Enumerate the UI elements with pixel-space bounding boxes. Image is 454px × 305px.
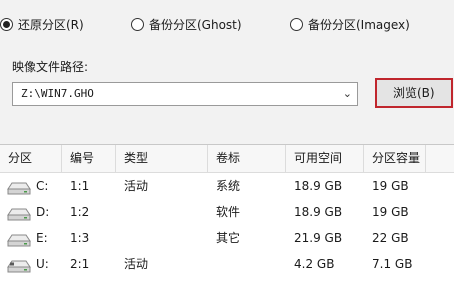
backup-ghost-radio[interactable]	[131, 17, 144, 31]
column-header-number[interactable]: 编号	[62, 145, 116, 173]
partition-volume-label: 系统	[216, 179, 241, 193]
column-header-partition[interactable]: 分区	[0, 145, 62, 173]
partition-drive: E:	[36, 231, 48, 245]
partition-free-space: 18.9 GB	[294, 205, 343, 219]
partition-number: 1:1	[70, 179, 90, 193]
image-path-value: Z:\WIN7.GHO	[21, 87, 94, 100]
partition-volume-label: 其它	[216, 231, 241, 245]
backup-imagex-radio[interactable]	[290, 17, 303, 31]
partition-table: 分区 编号 类型 卷标 可用空间 分区容量 C: 1:1 活动 系统 18.9 …	[0, 144, 454, 305]
usb-drive-icon	[7, 260, 31, 273]
partition-number: 1:3	[70, 231, 90, 245]
table-row[interactable]: C: 1:1 活动 系统 18.9 GB 19 GB	[0, 174, 454, 198]
partition-free-space: 4.2 GB	[294, 257, 335, 271]
partition-capacity: 19 GB	[372, 205, 409, 219]
partition-free-space: 21.9 GB	[294, 231, 343, 245]
partition-volume-label: 软件	[216, 205, 241, 219]
partition-capacity: 22 GB	[372, 231, 409, 245]
column-header-capacity[interactable]: 分区容量	[364, 145, 426, 173]
table-row[interactable]: U: 2:1 活动 4.2 GB 7.1 GB	[0, 252, 454, 276]
partition-free-space: 18.9 GB	[294, 179, 343, 193]
image-path-input[interactable]: Z:\WIN7.GHO ⌄	[12, 82, 358, 106]
column-header-free-space[interactable]: 可用空间	[286, 145, 364, 173]
backup-imagex-radio-label: 备份分区(Imagex)	[308, 17, 410, 32]
partition-capacity: 19 GB	[372, 179, 409, 193]
column-header-type[interactable]: 类型	[116, 145, 208, 173]
hard-drive-icon	[7, 208, 31, 221]
table-header: 分区 编号 类型 卷标 可用空间 分区容量	[0, 145, 454, 173]
chevron-down-icon[interactable]: ⌄	[343, 83, 352, 105]
table-row[interactable]: E: 1:3 其它 21.9 GB 22 GB	[0, 226, 454, 250]
restore-radio[interactable]	[0, 17, 13, 31]
partition-drive: U:	[36, 257, 49, 271]
browse-button[interactable]: 浏览(B)	[375, 78, 453, 108]
partition-type: 活动	[124, 257, 149, 271]
hard-drive-icon	[7, 182, 31, 195]
restore-radio-label: 还原分区(R)	[18, 17, 84, 32]
partition-capacity: 7.1 GB	[372, 257, 413, 271]
partition-type: 活动	[124, 179, 149, 193]
restore-partition-option[interactable]: 还原分区(R)	[0, 14, 84, 34]
column-header-volume-label[interactable]: 卷标	[208, 145, 286, 173]
image-path-label: 映像文件路径:	[12, 60, 89, 74]
partition-drive: C:	[36, 179, 49, 193]
partition-number: 2:1	[70, 257, 90, 271]
partition-number: 1:2	[70, 205, 90, 219]
backup-ghost-radio-label: 备份分区(Ghost)	[149, 17, 242, 32]
hard-drive-icon	[7, 234, 31, 247]
backup-imagex-option[interactable]: 备份分区(Imagex)	[290, 14, 410, 34]
backup-ghost-option[interactable]: 备份分区(Ghost)	[131, 14, 242, 34]
partition-drive: D:	[36, 205, 50, 219]
table-row[interactable]: D: 1:2 软件 18.9 GB 19 GB	[0, 200, 454, 224]
